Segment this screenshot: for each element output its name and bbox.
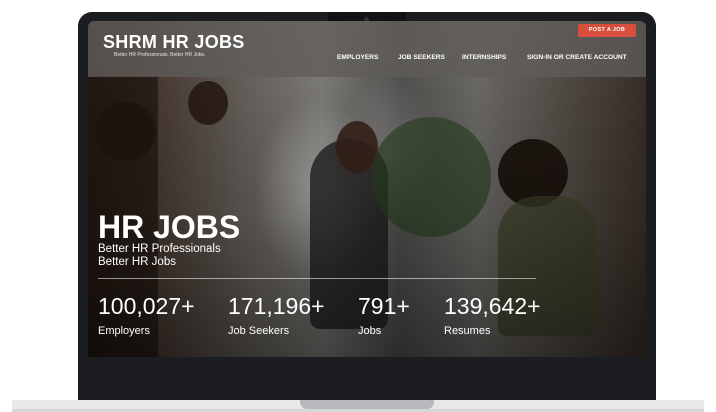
screen-footer-bar	[88, 357, 646, 378]
hero-tagline-1: Better HR Professionals	[98, 243, 221, 255]
website-screen: SHRM HR JOBS Better HR Professionals. Be…	[88, 21, 646, 378]
stat-employers-label: Employers	[98, 325, 150, 337]
post-job-button[interactable]: POST A JOB	[578, 24, 636, 37]
site-logo[interactable]: SHRM HR JOBS	[103, 32, 245, 53]
site-tagline: Better HR Professionals. Better HR Jobs.	[114, 52, 206, 58]
laptop-base-notch	[300, 400, 434, 409]
nav-internships[interactable]: INTERNSHIPS	[462, 54, 506, 61]
hero-divider	[98, 278, 536, 279]
stat-job-seekers-value: 171,196+	[228, 293, 325, 319]
stat-job-seekers-label: Job Seekers	[228, 325, 290, 337]
nav-job-seekers[interactable]: JOB SEEKERS	[398, 54, 445, 61]
stat-resumes-label: Resumes	[444, 325, 491, 337]
hero-tagline-2: Better HR Jobs	[98, 256, 176, 268]
stat-resumes-value: 139,642+	[444, 293, 541, 319]
nav-sign-in-create-account[interactable]: SIGN-IN OR CREATE ACCOUNT	[527, 54, 627, 61]
stat-jobs-value: 791+	[358, 293, 410, 319]
stat-employers-value: 100,027+	[98, 293, 195, 319]
hero-logo: HR JOBS	[98, 209, 241, 245]
site-header: SHRM HR JOBS Better HR Professionals. Be…	[88, 21, 646, 77]
stat-jobs-label: Jobs	[358, 325, 382, 337]
nav-employers[interactable]: EMPLOYERS	[337, 54, 378, 61]
